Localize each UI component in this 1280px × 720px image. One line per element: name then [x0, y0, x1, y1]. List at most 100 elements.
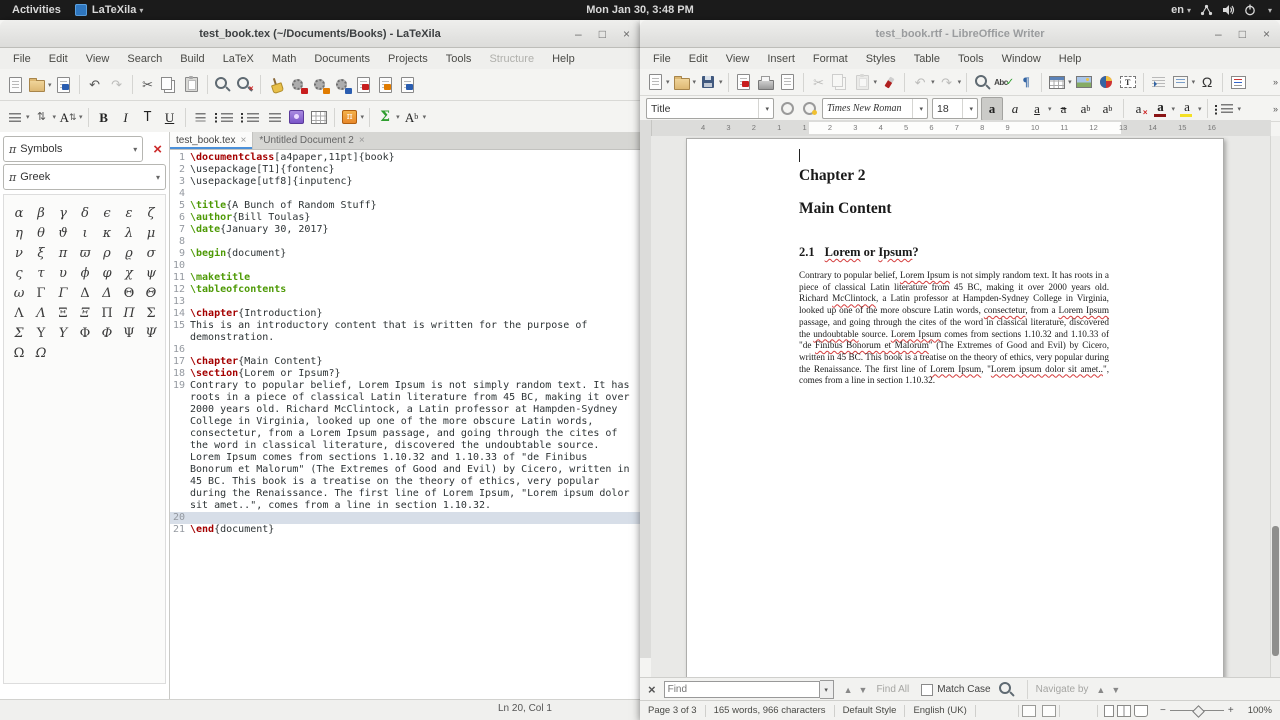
word-count[interactable]: 165 words, 966 characters — [706, 705, 834, 716]
network-icon[interactable] — [1200, 4, 1213, 16]
document-page[interactable]: Chapter 2 Main Content 2.1 Lorem or Ipsum… — [686, 138, 1224, 678]
formatting-marks-button[interactable]: ¶ — [1016, 71, 1036, 93]
latexila-menu-view[interactable]: View — [77, 53, 119, 65]
bold-button[interactable]: B — [94, 106, 114, 128]
greek-symbol[interactable]: ϑ — [52, 223, 74, 243]
writer-menu-edit[interactable]: Edit — [680, 53, 717, 65]
insert-table-button[interactable] — [309, 106, 329, 128]
chevron-down-icon[interactable]: ▾ — [874, 78, 878, 86]
greek-symbol[interactable]: ϱ — [118, 243, 140, 263]
latexila-menu-file[interactable]: File — [4, 53, 40, 65]
greek-symbol[interactable]: ι — [74, 223, 96, 243]
description-list-button[interactable] — [265, 106, 285, 128]
code-line-14[interactable]: 14 \chapter{Introduction} — [170, 308, 640, 320]
document-modified-icon[interactable] — [1041, 704, 1056, 717]
cut-button[interactable]: ✂ — [809, 71, 829, 93]
greek-symbol[interactable]: ϵ — [96, 203, 118, 223]
greek-symbol[interactable]: δ — [74, 203, 96, 223]
export-pdf-button[interactable] — [734, 71, 754, 93]
greek-symbol[interactable]: κ — [96, 223, 118, 243]
greek-symbol[interactable]: τ — [30, 263, 52, 283]
new-style-button[interactable] — [799, 98, 819, 120]
clock[interactable]: Mon Jan 30, 3:48 PM — [0, 4, 1280, 16]
close-tab-icon[interactable]: × — [359, 135, 365, 146]
latexila-menu-build[interactable]: Build — [171, 53, 213, 65]
writer-menu-help[interactable]: Help — [1050, 53, 1091, 65]
chevron-down-icon[interactable]: ▾ — [1192, 78, 1196, 86]
copy-button[interactable] — [831, 71, 851, 93]
greek-symbol[interactable]: σ — [140, 243, 162, 263]
writer-menu-format[interactable]: Format — [804, 53, 857, 65]
writer-titlebar[interactable]: test_book.rtf - LibreOffice Writer – □ × — [640, 20, 1280, 48]
chevron-down-icon[interactable]: ▾ — [931, 78, 935, 86]
clear-formatting-button[interactable]: a × — [1129, 98, 1149, 120]
code-line-16[interactable]: 16 ​ — [170, 344, 640, 356]
toolbar-overflow-button[interactable]: » — [1273, 77, 1278, 87]
writer-menu-file[interactable]: File — [644, 53, 680, 65]
navigate-next-icon[interactable]: ▼ — [1111, 685, 1120, 695]
greek-symbol[interactable]: ϖ — [74, 243, 96, 263]
greek-symbol[interactable]: λ — [118, 223, 140, 243]
code-line-5[interactable]: 5 \title{A Bunch of Random Stuff} — [170, 200, 640, 212]
font-size-selector[interactable]: 18 ▾ — [932, 98, 978, 119]
greek-symbol[interactable]: ω — [8, 283, 30, 303]
chevron-down-icon[interactable]: ▾ — [53, 113, 57, 121]
sectioning-button[interactable] — [5, 106, 25, 128]
open-button[interactable] — [672, 71, 692, 93]
single-page-view-icon[interactable] — [1104, 704, 1114, 717]
tab-test-book-tex[interactable]: test_book.tex × — [170, 132, 254, 149]
paragraph-style-selector[interactable]: Title ▾ — [646, 98, 774, 119]
chevron-down-icon[interactable]: ▾ — [719, 78, 723, 86]
greek-symbol[interactable]: Σ — [140, 303, 162, 323]
centered-environment-button[interactable] — [191, 106, 211, 128]
volume-icon[interactable] — [1222, 4, 1235, 16]
math-functions-button[interactable]: Σ — [375, 106, 395, 128]
page-break-button[interactable] — [1149, 71, 1169, 93]
code-line-10[interactable]: 10 ​ — [170, 260, 640, 272]
font-name-selector[interactable]: Times New Roman ▾ — [822, 98, 928, 119]
scrollbar-thumb[interactable] — [1272, 526, 1279, 657]
zoom-slider-thumb[interactable] — [1191, 705, 1205, 718]
spelling-button[interactable]: Abc ✓ — [994, 71, 1014, 93]
chevron-down-icon[interactable]: ▾ — [693, 78, 697, 86]
chevron-down-icon[interactable]: ▾ — [1268, 6, 1272, 15]
print-preview-button[interactable] — [778, 71, 798, 93]
greek-symbol[interactable]: χ — [118, 263, 140, 283]
underline-button[interactable]: a — [1027, 98, 1047, 120]
find-all-button[interactable]: Find All — [876, 684, 909, 695]
code-line-3[interactable]: 3 \usepackage[utf8]{inputenc} — [170, 176, 640, 188]
chevron-down-icon[interactable]: ▾ — [1198, 105, 1202, 113]
writer-menu-styles[interactable]: Styles — [857, 53, 905, 65]
book-view-icon[interactable] — [1134, 704, 1148, 717]
greek-symbol[interactable]: Υ — [52, 323, 74, 343]
greek-symbol[interactable]: Φ — [96, 323, 118, 343]
greek-symbol[interactable]: ν — [8, 243, 30, 263]
copy-button[interactable] — [160, 74, 180, 96]
clean-build-files-button[interactable] — [266, 74, 286, 96]
undo-button[interactable]: ↶ — [910, 71, 930, 93]
greek-symbol[interactable]: Γ — [52, 283, 74, 303]
special-character-button[interactable]: Ω — [1197, 71, 1217, 93]
greek-symbol[interactable]: Ξ — [52, 303, 74, 323]
chevron-down-icon[interactable]: ▾ — [361, 113, 365, 121]
zoom-out-button[interactable]: − — [1160, 705, 1166, 716]
font-color-button[interactable]: a — [1151, 98, 1171, 120]
find-replace-button[interactable] — [972, 71, 992, 93]
greek-symbol[interactable]: Θ — [118, 283, 140, 303]
zoom-in-button[interactable]: + — [1228, 705, 1234, 716]
greek-symbol[interactable]: Ψ — [118, 323, 140, 343]
compile-dvi-button[interactable] — [310, 74, 330, 96]
chevron-down-icon[interactable]: ▾ — [1172, 105, 1176, 113]
writer-menu-table[interactable]: Table — [905, 53, 949, 65]
greek-symbol[interactable]: Φ — [74, 323, 96, 343]
superscript-button[interactable]: ab — [1076, 98, 1096, 120]
compile-ps-button[interactable] — [332, 74, 352, 96]
writer-menu-insert[interactable]: Insert — [758, 53, 804, 65]
selection-mode-icon[interactable] — [1021, 704, 1036, 717]
writer-menu-view[interactable]: View — [717, 53, 759, 65]
greek-symbol[interactable]: ς — [8, 263, 30, 283]
greek-symbol[interactable]: θ — [30, 223, 52, 243]
match-case-checkbox[interactable] — [921, 683, 934, 696]
chevron-down-icon[interactable]: ▾ — [819, 680, 834, 699]
greek-symbol[interactable]: η — [8, 223, 30, 243]
